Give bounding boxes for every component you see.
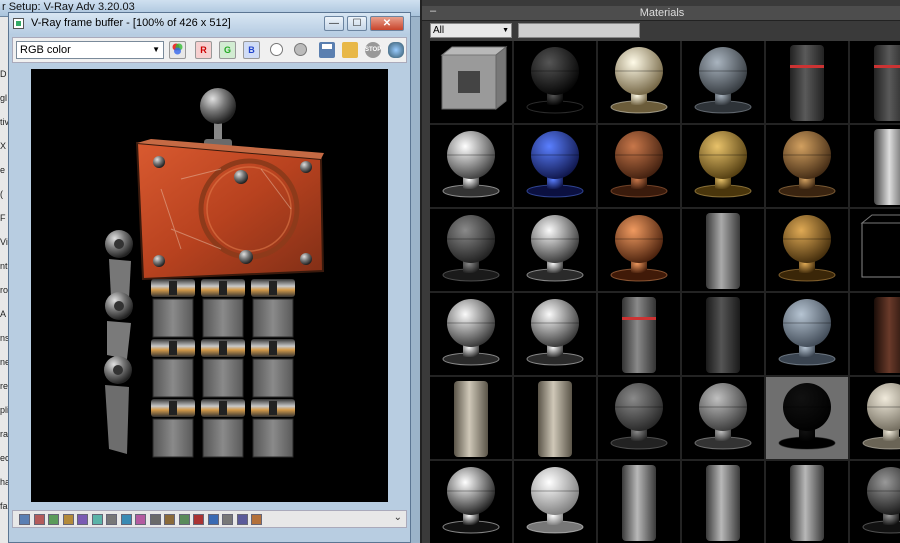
material-thumbnail-sphere-dark-gray[interactable] <box>598 377 680 459</box>
material-thumbnail-cylinder-steel[interactable] <box>682 209 764 291</box>
open-folder-icon[interactable] <box>342 42 358 58</box>
rgb-channels-icon[interactable] <box>169 41 186 59</box>
minimize-button[interactable]: — <box>324 16 344 31</box>
material-thumbnail-cylinder-rust-dark[interactable] <box>850 293 900 375</box>
vfb-status-toolbar: ⌄ <box>12 510 407 528</box>
status-tool-icon[interactable] <box>77 514 88 525</box>
status-tool-icon[interactable] <box>48 514 59 525</box>
channel-select[interactable]: RGB color ▼ <box>16 41 164 59</box>
material-thumbnail-sphere-gold-rough[interactable] <box>766 209 848 291</box>
material-thumbnail-sphere-blue-glass[interactable] <box>514 125 596 207</box>
side-panel-label: ra <box>0 429 9 439</box>
material-thumbnail-cylinder-brushed[interactable] <box>682 461 764 543</box>
status-tool-icon[interactable] <box>120 514 132 525</box>
side-panel-label: fa <box>0 501 8 511</box>
material-thumbnail-sphere-clear-glass[interactable] <box>430 125 512 207</box>
save-image-icon[interactable] <box>319 42 335 58</box>
status-tool-icon[interactable] <box>33 514 45 525</box>
side-panel-label: F <box>0 213 6 223</box>
material-thumbnail-sphere-chrome[interactable] <box>430 293 512 375</box>
material-thumbnail-sphere-mirror[interactable] <box>430 461 512 543</box>
status-tool-icon[interactable] <box>62 514 74 525</box>
material-thumbnail-cylinder-stripe-gray[interactable] <box>598 293 680 375</box>
close-button[interactable]: ✕ <box>370 16 404 31</box>
status-tool-icon[interactable] <box>135 514 146 525</box>
material-thumbnail-sphere-gray[interactable] <box>682 377 764 459</box>
status-tool-icon[interactable] <box>193 514 204 525</box>
vfb-toolbar: RGB color ▼ R G B STOP <box>12 37 407 63</box>
material-thumbnail-sphere-wire[interactable] <box>850 461 900 543</box>
material-thumbnail-cylinder-stripe-dark[interactable] <box>766 41 848 123</box>
vray-frame-buffer-window: V-Ray frame buffer - [100% of 426 x 512]… <box>8 12 411 543</box>
status-tool-icon[interactable] <box>91 514 103 525</box>
material-thumbnail-cylinder-dark-metal[interactable] <box>682 293 764 375</box>
material-thumbnail-sphere-glow-white[interactable] <box>598 41 680 123</box>
side-panel-label: ro <box>0 285 9 295</box>
render-teapot-icon[interactable] <box>388 42 404 58</box>
material-thumbnail-sphere-bronze[interactable] <box>766 125 848 207</box>
side-panel-label: gl <box>0 93 8 103</box>
materials-header: Materials – <box>422 5 900 21</box>
status-tool-icon[interactable] <box>19 514 30 525</box>
material-search-input[interactable] <box>518 23 640 38</box>
material-thumbnail-sphere-brass[interactable] <box>682 125 764 207</box>
material-thumbnail-sphere-black-shadow[interactable] <box>766 377 848 459</box>
side-panel-label: X <box>0 141 7 151</box>
stop-render-icon[interactable]: STOP <box>365 42 381 58</box>
material-thumbnail-sphere-white[interactable] <box>514 461 596 543</box>
material-thumbnail-cylinder-brushed[interactable] <box>598 461 680 543</box>
material-thumbnail-sphere-chrome[interactable] <box>514 293 596 375</box>
status-tool-icon[interactable] <box>251 514 262 525</box>
collapse-toggle[interactable]: – <box>430 5 436 17</box>
gray-circle-button[interactable] <box>294 43 307 56</box>
filter-select-value: All <box>433 25 445 36</box>
maximize-button[interactable]: ☐ <box>347 16 367 31</box>
material-thumbnail-sphere-rusty-copper[interactable] <box>598 125 680 207</box>
material-thumbnail-grid <box>430 41 900 543</box>
status-tool-icon[interactable] <box>222 514 233 525</box>
material-thumbnail-cylinder-brushed[interactable] <box>766 461 848 543</box>
material-thumbnail-sphere-chrome[interactable] <box>514 209 596 291</box>
side-panel-label: e <box>0 165 6 175</box>
materials-title: Materials <box>639 7 685 19</box>
expand-chevron-icon[interactable]: ⌄ <box>394 512 402 523</box>
blue-channel-button[interactable]: B <box>243 41 260 59</box>
material-thumbnail-cylinder-stripe-dark[interactable] <box>850 41 900 123</box>
material-thumbnail-box-wire-mesh[interactable] <box>850 209 900 291</box>
dropdown-arrow-icon: ▼ <box>152 45 160 54</box>
vfb-titlebar[interactable]: V-Ray frame buffer - [100% of 426 x 512]… <box>9 13 410 35</box>
status-tool-icon[interactable] <box>207 514 219 525</box>
material-thumbnail-cylinder-beige[interactable] <box>430 377 512 459</box>
material-thumbnail-sphere-black-gloss[interactable] <box>514 41 596 123</box>
status-tool-icon[interactable] <box>178 514 190 525</box>
status-tool-icon[interactable] <box>164 514 175 525</box>
side-panel-label: D <box>0 69 7 79</box>
status-tool-icon[interactable] <box>236 514 248 525</box>
material-thumbnail-sphere-dark-rough[interactable] <box>430 209 512 291</box>
material-thumbnail-sphere-gray-blue[interactable] <box>766 293 848 375</box>
render-image <box>31 69 388 502</box>
side-panel-label: nt <box>0 261 8 271</box>
robot-render-illustration <box>104 88 325 458</box>
status-tool-icon[interactable] <box>106 514 117 525</box>
green-channel-button[interactable]: G <box>219 41 236 59</box>
vfb-app-icon <box>13 18 24 29</box>
material-thumbnail-sphere-cream[interactable] <box>850 377 900 459</box>
material-thumbnail-cylinder-chrome[interactable] <box>850 125 900 207</box>
side-panel-label: A <box>0 309 7 319</box>
material-thumbnail-box-concrete[interactable] <box>430 41 512 123</box>
vfb-title: V-Ray frame buffer - [100% of 426 x 512] <box>31 17 231 29</box>
dropdown-arrow-icon: ▼ <box>502 27 509 34</box>
material-filter-select[interactable]: All ▼ <box>430 23 512 38</box>
material-thumbnail-cylinder-beige[interactable] <box>514 377 596 459</box>
materials-panel: Materials – All ▼ <box>420 0 900 543</box>
white-circle-button[interactable] <box>270 43 283 56</box>
material-thumbnail-sphere-gray-matte[interactable] <box>682 41 764 123</box>
channel-select-value: RGB color <box>20 44 71 56</box>
status-tool-icon[interactable] <box>149 514 161 525</box>
red-channel-button[interactable]: R <box>195 41 212 59</box>
material-thumbnail-sphere-copper[interactable] <box>598 209 680 291</box>
side-panel-label: ( <box>0 189 3 199</box>
